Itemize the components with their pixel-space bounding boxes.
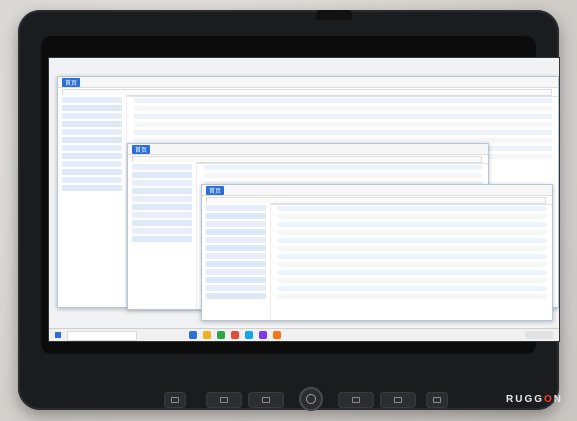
power-button[interactable] — [299, 387, 323, 411]
hardware-controls: RUGGON — [18, 360, 561, 411]
left-button[interactable] — [206, 392, 242, 408]
right-button[interactable] — [248, 392, 284, 408]
taskbar-app-icon[interactable] — [259, 331, 267, 339]
taskbar-icons — [189, 331, 281, 339]
menu-icon — [171, 397, 179, 403]
logo-left: RUGG — [506, 394, 544, 405]
vol-down-button[interactable] — [338, 392, 374, 408]
taskbar-search-input[interactable] — [67, 331, 137, 341]
volume-down-icon — [352, 397, 360, 403]
menu-button[interactable] — [164, 392, 186, 408]
device-screen: 首页 首页 首页 — [48, 57, 560, 342]
side-panel — [128, 162, 197, 309]
volume-up-icon — [394, 397, 402, 403]
window-titlebar: 首页 — [202, 185, 552, 196]
file-tab[interactable]: 首页 — [206, 185, 225, 195]
brand-logo: RUGGON — [506, 394, 563, 405]
taskbar-app-icon[interactable] — [203, 331, 211, 339]
taskbar-app-icon[interactable] — [273, 331, 281, 339]
file-tab[interactable]: 首页 — [62, 77, 81, 87]
left-arrow-icon — [220, 397, 228, 403]
taskbar-app-icon[interactable] — [217, 331, 225, 339]
top-button[interactable] — [316, 10, 352, 20]
side-panel — [202, 203, 271, 320]
taskbar-app-icon[interactable] — [245, 331, 253, 339]
window-icon — [433, 397, 441, 403]
window-titlebar: 首页 — [128, 144, 488, 155]
content-area — [272, 203, 552, 320]
logo-mark: O — [544, 394, 554, 405]
logo-right: N — [553, 394, 564, 405]
file-tab[interactable]: 首页 — [132, 144, 151, 154]
taskbar — [49, 328, 559, 341]
rugged-tablet: 首页 首页 首页 RUGGON — [18, 10, 561, 411]
vol-up-button[interactable] — [380, 392, 416, 408]
clock — [525, 331, 553, 339]
start-icon[interactable] — [55, 332, 61, 338]
window-titlebar: 首页 — [58, 77, 558, 88]
explorer-window-3: 首页 — [201, 184, 553, 321]
window-button[interactable] — [426, 392, 448, 408]
taskbar-app-icon[interactable] — [231, 331, 239, 339]
side-panel — [58, 95, 127, 307]
right-arrow-icon — [262, 397, 270, 403]
taskbar-app-icon[interactable] — [189, 331, 197, 339]
